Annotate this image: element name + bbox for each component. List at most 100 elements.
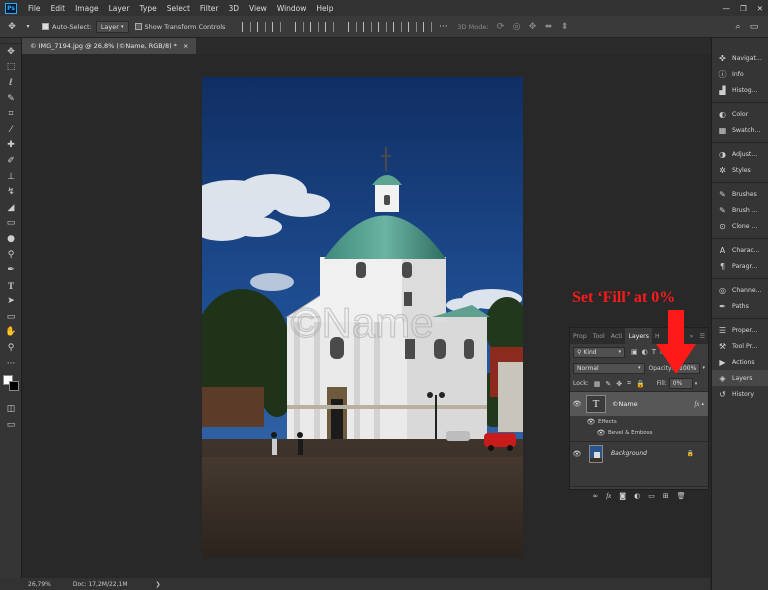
link-layers-icon[interactable]: ∞ <box>592 492 598 500</box>
dock-tool-presets[interactable]: ⚒ Tool Pr... <box>712 338 768 354</box>
3d-slide-icon[interactable]: ⬌ <box>543 21 555 33</box>
close-tab-icon[interactable]: × <box>183 42 188 50</box>
lasso-tool-icon[interactable]: ℓ <box>0 75 22 91</box>
dock-paths[interactable]: ✒ Paths <box>712 298 768 314</box>
3d-pan-icon[interactable]: ✥ <box>527 21 539 33</box>
menu-3d[interactable]: 3D <box>223 4 244 13</box>
quick-mask-icon[interactable]: ◫ <box>0 401 22 417</box>
eraser-tool-icon[interactable]: ◢ <box>0 200 22 216</box>
3d-orbit-icon[interactable]: ⟳ <box>495 21 507 33</box>
filter-pixel-icon[interactable]: ▣ <box>631 348 638 356</box>
close-window-icon[interactable]: ✕ <box>752 4 768 13</box>
zoom-tool-icon[interactable]: ⚲ <box>0 340 22 356</box>
clone-stamp-tool-icon[interactable]: ⊥ <box>0 169 22 185</box>
effects-expand-icon[interactable]: ▴ <box>701 401 704 407</box>
distribute-5-icon[interactable] <box>408 21 418 32</box>
menu-filter[interactable]: Filter <box>195 4 224 13</box>
dock-navigator[interactable]: ✜ Navigat... <box>712 50 768 66</box>
lock-artboard-icon[interactable]: ⌗ <box>627 379 631 388</box>
screen-mode-icon[interactable]: ▭ <box>0 417 22 433</box>
dock-styles[interactable]: ✲ Styles <box>712 162 768 178</box>
add-style-icon[interactable]: fx <box>606 492 611 500</box>
zoom-level[interactable]: 26,79% <box>28 581 51 588</box>
panel-menu-icon[interactable]: ☰ <box>696 328 708 344</box>
menu-edit[interactable]: Edit <box>46 4 71 13</box>
menu-window[interactable]: Window <box>272 4 312 13</box>
align-bottom-icon[interactable] <box>325 21 335 32</box>
dodge-tool-icon[interactable]: ⚲ <box>0 247 22 263</box>
new-adjustment-icon[interactable]: ◐ <box>634 492 640 500</box>
healing-brush-tool-icon[interactable]: ✚ <box>0 138 22 154</box>
dock-channels[interactable]: ◎ Channe... <box>712 282 768 298</box>
shape-tool-icon[interactable]: ▭ <box>0 309 22 325</box>
align-middle-icon[interactable] <box>310 21 320 32</box>
move-tool-icon[interactable]: ✥ <box>0 44 22 60</box>
menu-select[interactable]: Select <box>162 4 195 13</box>
distribute-1-icon[interactable] <box>348 21 358 32</box>
filter-kind-select[interactable]: ⚲ Kind ▾ <box>573 346 625 358</box>
layer-row-background[interactable]: 👁 Background 🔒 <box>570 441 708 465</box>
dock-histogram[interactable]: ▟ Histog... <box>712 82 768 98</box>
blend-mode-select[interactable]: Normal ▾ <box>573 362 645 374</box>
path-selection-tool-icon[interactable]: ➤ <box>0 294 22 310</box>
menu-type[interactable]: Type <box>135 4 162 13</box>
auto-select-target-select[interactable]: Layer ▾ <box>95 20 129 33</box>
fill-field[interactable]: 0% <box>668 378 693 389</box>
layer-name[interactable]: Background <box>611 450 647 457</box>
align-center-icon[interactable] <box>257 21 267 32</box>
visibility-eye-icon[interactable]: 👁 <box>570 400 584 408</box>
dock-brushes[interactable]: ✎ Brushes <box>712 186 768 202</box>
background-color[interactable] <box>9 381 19 392</box>
effects-visibility-eye-icon[interactable]: 👁 <box>584 418 598 426</box>
filter-adjustment-icon[interactable]: ◐ <box>642 348 648 356</box>
effect-bevel-row[interactable]: 👁 Bevel & Emboss <box>570 427 708 438</box>
document-image[interactable]: ©Name <box>202 77 523 558</box>
dock-info[interactable]: ⓘ Info <box>712 66 768 82</box>
distribute-4-icon[interactable] <box>393 21 403 32</box>
layer-row-name[interactable]: 👁 T ©Name fx ▴ <box>570 392 708 416</box>
align-right-icon[interactable] <box>272 21 282 32</box>
distribute-2-icon[interactable] <box>363 21 373 32</box>
eyedropper-tool-icon[interactable]: ⁄ <box>0 122 22 138</box>
dock-swatches[interactable]: ▦ Swatch... <box>712 122 768 138</box>
quick-select-tool-icon[interactable]: ✎ <box>0 91 22 107</box>
add-mask-icon[interactable]: ◙ <box>619 492 626 500</box>
menu-help[interactable]: Help <box>311 4 338 13</box>
hand-tool-icon[interactable]: ✋ <box>0 325 22 341</box>
tool-preset-chevron-icon[interactable]: ▾ <box>22 21 34 33</box>
layer-name[interactable]: ©Name <box>612 400 638 408</box>
gradient-tool-icon[interactable]: ▭ <box>0 216 22 232</box>
menu-layer[interactable]: Layer <box>104 4 135 13</box>
dock-paragraph[interactable]: ¶ Paragr... <box>712 258 768 274</box>
dock-layers[interactable]: ◈ Layers <box>712 370 768 386</box>
distribute-6-icon[interactable] <box>423 21 433 32</box>
lock-position-icon[interactable]: ✥ <box>616 380 622 388</box>
align-top-icon[interactable] <box>295 21 305 32</box>
more-options-icon[interactable]: ··· <box>437 21 449 33</box>
3d-scale-icon[interactable]: ⬍ <box>559 21 571 33</box>
dock-brush-settings[interactable]: ✎ Brush ... <box>712 202 768 218</box>
fx-icon[interactable]: fx <box>694 400 699 408</box>
tab-actions[interactable]: Acti <box>608 328 626 344</box>
fill-chevron-icon[interactable]: ▾ <box>695 381 698 387</box>
crop-tool-icon[interactable]: ⌗ <box>0 106 22 122</box>
dock-character[interactable]: A Charac... <box>712 242 768 258</box>
dock-actions[interactable]: ▶ Actions <box>712 354 768 370</box>
3d-roll-icon[interactable]: ◎ <box>511 21 523 33</box>
minimize-icon[interactable]: — <box>717 4 735 13</box>
new-group-icon[interactable]: ▭ <box>648 492 655 500</box>
lock-transparent-icon[interactable]: ▦ <box>594 380 601 388</box>
brush-tool-icon[interactable]: ✐ <box>0 153 22 169</box>
dock-adjustments[interactable]: ◑ Adjust... <box>712 146 768 162</box>
edit-toolbar-icon[interactable]: ··· <box>0 356 22 372</box>
maximize-icon[interactable]: ❐ <box>735 4 752 13</box>
menu-file[interactable]: File <box>23 4 46 13</box>
tab-properties[interactable]: Prop <box>570 328 590 344</box>
blur-tool-icon[interactable]: ● <box>0 231 22 247</box>
visibility-eye-icon[interactable]: 👁 <box>570 450 584 458</box>
menu-image[interactable]: Image <box>70 4 104 13</box>
history-brush-tool-icon[interactable]: ↯ <box>0 184 22 200</box>
bevel-visibility-eye-icon[interactable]: 👁 <box>594 429 608 437</box>
align-left-icon[interactable] <box>242 21 252 32</box>
marquee-tool-icon[interactable]: ⬚ <box>0 60 22 76</box>
